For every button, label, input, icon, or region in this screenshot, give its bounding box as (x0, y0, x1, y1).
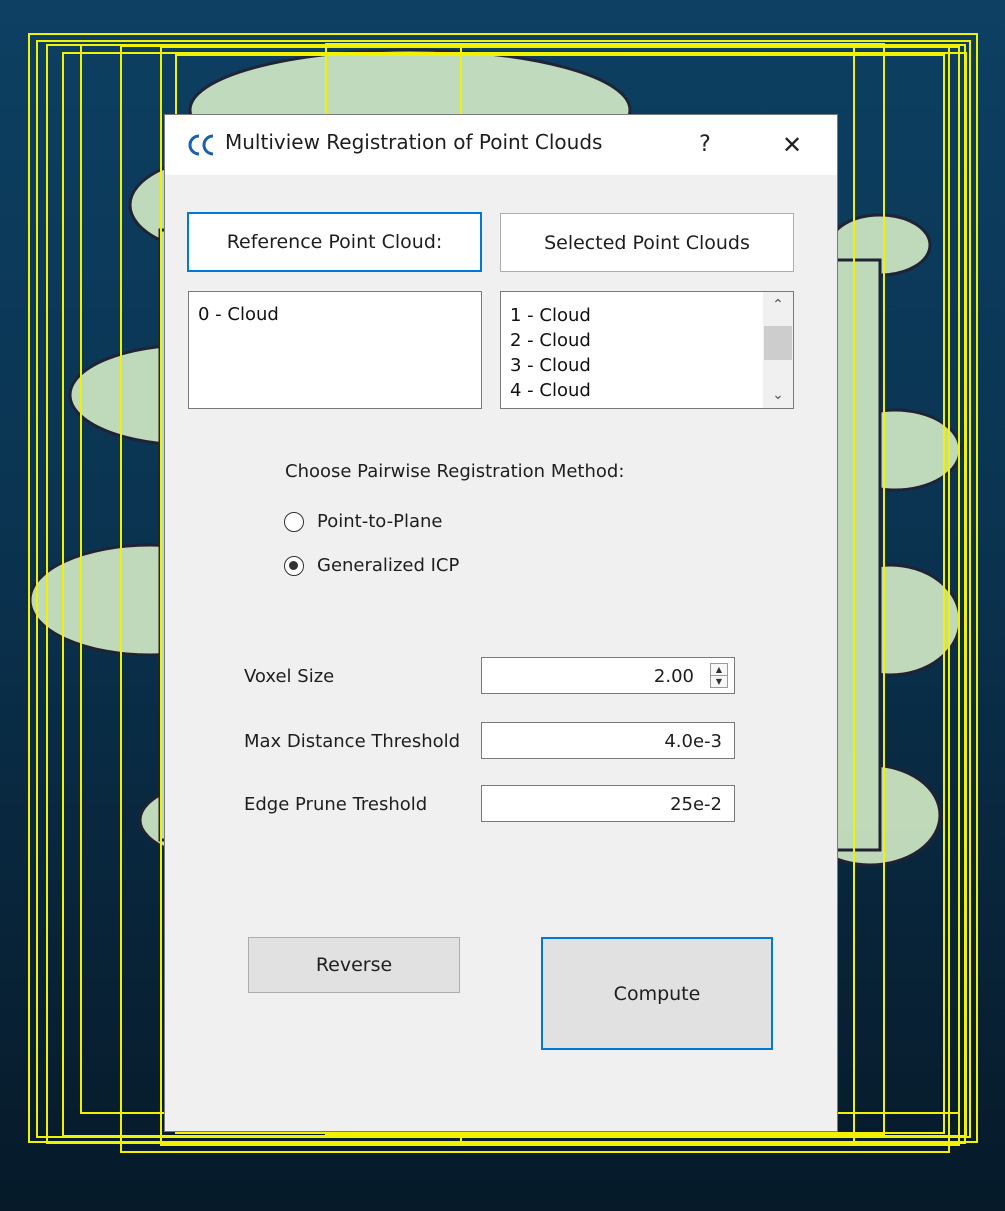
radio-checked-icon[interactable] (284, 555, 304, 576)
title-bar: Multiview Registration of Point Clouds ?… (165, 115, 837, 175)
list-item[interactable]: 3 - Cloud (501, 353, 793, 378)
voxel-size-spinbox[interactable]: 2.00 ▲ ▼ (481, 657, 735, 694)
radio-unchecked-icon[interactable] (284, 511, 304, 532)
selected-point-clouds-button[interactable]: Selected Point Clouds (500, 213, 794, 272)
radio-generalized-icp[interactable]: Generalized ICP (284, 555, 459, 576)
selected-clouds-list[interactable]: 1 - Cloud 2 - Cloud 3 - Cloud 4 - Cloud … (500, 291, 794, 409)
close-button[interactable]: ✕ (770, 125, 814, 165)
help-button[interactable]: ? (685, 125, 725, 165)
spinbox-arrows[interactable]: ▲ ▼ (710, 663, 728, 688)
max-distance-value: 4.0e-3 (664, 731, 722, 752)
cc-logo-icon (188, 134, 214, 156)
list-item[interactable]: 0 - Cloud (189, 302, 481, 327)
radio-point-to-plane[interactable]: Point-to-Plane (284, 511, 442, 532)
window-title: Multiview Registration of Point Clouds (225, 130, 603, 154)
list-item[interactable]: 1 - Cloud (501, 303, 793, 328)
scroll-up-icon[interactable]: ⌃ (763, 292, 793, 318)
max-distance-input[interactable]: 4.0e-3 (481, 722, 735, 759)
edge-prune-value: 25e-2 (670, 794, 722, 815)
spin-up-icon[interactable]: ▲ (711, 664, 727, 676)
reference-cloud-list[interactable]: 0 - Cloud (188, 291, 482, 409)
spin-down-icon[interactable]: ▼ (711, 676, 727, 687)
radio-label: Point-to-Plane (317, 511, 443, 532)
registration-dialog: Multiview Registration of Point Clouds ?… (165, 115, 837, 1131)
method-heading: Choose Pairwise Registration Method: (285, 461, 625, 482)
scroll-thumb[interactable] (764, 326, 792, 360)
list-scrollbar[interactable]: ⌃ ⌄ (763, 292, 793, 408)
scroll-down-icon[interactable]: ⌄ (763, 382, 793, 408)
list-item[interactable]: 2 - Cloud (501, 328, 793, 353)
list-item[interactable]: 4 - Cloud (501, 378, 793, 403)
compute-button[interactable]: Compute (541, 937, 773, 1050)
edge-prune-label: Edge Prune Treshold (244, 794, 428, 815)
reference-point-cloud-button[interactable]: Reference Point Cloud: (187, 212, 482, 272)
reverse-button[interactable]: Reverse (248, 937, 460, 993)
max-distance-label: Max Distance Threshold (244, 731, 461, 752)
voxel-size-label: Voxel Size (244, 666, 335, 687)
voxel-size-value: 2.00 (653, 666, 694, 687)
radio-label: Generalized ICP (317, 555, 460, 576)
edge-prune-input[interactable]: 25e-2 (481, 785, 735, 822)
